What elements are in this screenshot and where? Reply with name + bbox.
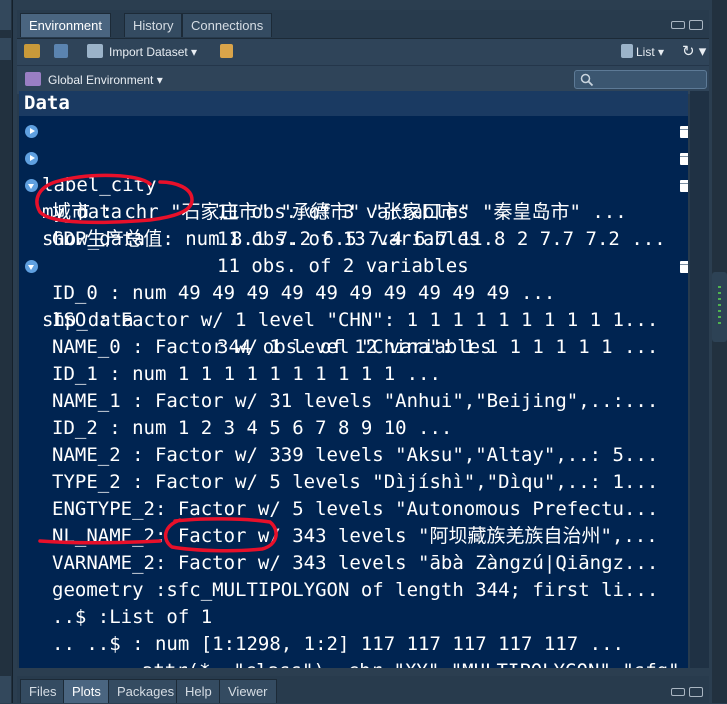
- chevron-down-icon: ▾: [658, 45, 665, 59]
- variable-row: NAME_1 : Factor w/ 31 levels "Anhui","Be…: [19, 388, 688, 415]
- environment-pane: Environment History Connections Import D…: [17, 10, 709, 668]
- variable-row: VARNAME_2: Factor w/ 343 levels "ābà Zàn…: [19, 550, 688, 577]
- tab-files[interactable]: Files: [20, 679, 66, 703]
- object-row-shp-data[interactable]: shp_data 344 obs. of 12 variables: [19, 253, 688, 358]
- variable-summary: ENGTYPE_2: Factor w/ 5 levels "Autonomou…: [52, 498, 659, 520]
- variable-summary: .. ..$ : num [1:1298, 1:2] 117 117 117 1…: [52, 633, 624, 655]
- variable-summary: 城市 : chr "石家庄市" "承德市" "张家口市" "秦皇岛市" ...: [52, 201, 627, 223]
- variable-row: ID_2 : num 1 2 3 4 5 6 7 8 9 10 ...: [19, 415, 688, 442]
- variable-summary: ..$ :List of 1: [52, 606, 213, 628]
- view-mode-dropdown[interactable]: List ▾: [636, 42, 664, 62]
- chevron-down-icon: ▾: [191, 45, 198, 59]
- minimize-pane-icon[interactable]: [671, 21, 685, 29]
- variable-summary: ISO : Factor w/ 1 level "CHN": 1 1 1 1 1…: [52, 309, 659, 331]
- maximize-pane-icon[interactable]: [689, 687, 703, 697]
- variable-summary: geometry :sfc_MULTIPOLYGON of length 344…: [52, 579, 659, 601]
- data-section-header: Data: [19, 91, 688, 116]
- variable-summary: VARNAME_2: Factor w/ 343 levels "ābà Zàn…: [52, 552, 659, 574]
- import-dataset-label: Import Dataset: [109, 45, 188, 59]
- variable-summary: NAME_0 : Factor w/ 1 level "China": 1 1 …: [52, 336, 659, 358]
- left-pane-edge: [0, 0, 13, 703]
- variable-summary: ID_1 : num 1 1 1 1 1 1 1 1 1 1 ...: [52, 363, 441, 385]
- bottom-pane-tabbar: Files Plots Packages Help Viewer: [17, 676, 709, 703]
- variable-row: GDP生产总值: num 8.1 7.2 6.5 7.4 6.7 11.8 2 …: [19, 226, 688, 253]
- variable-summary: NAME_2 : Factor w/ 339 levels "Aksu","Al…: [52, 444, 659, 466]
- tab-packages[interactable]: Packages: [108, 679, 184, 703]
- list-view-icon: [621, 44, 633, 58]
- environment-selector-bar: Global Environment ▾: [17, 65, 709, 94]
- tab-plots[interactable]: Plots: [63, 679, 110, 703]
- save-workspace-icon[interactable]: [54, 44, 68, 58]
- view-table-icon[interactable]: [680, 261, 688, 273]
- maximize-pane-icon[interactable]: [689, 20, 703, 30]
- view-table-icon[interactable]: [680, 153, 688, 165]
- refresh-icon[interactable]: ↻ ▾: [682, 42, 706, 62]
- environment-selector-label: Global Environment: [48, 73, 154, 87]
- environment-icon: [25, 72, 41, 86]
- variable-row: NAME_0 : Factor w/ 1 level "China": 1 1 …: [19, 334, 688, 361]
- environment-selector[interactable]: Global Environment ▾: [48, 70, 163, 90]
- variable-summary: NL_NAME_2: Factor w/ 343 levels "阿坝藏族羌族自…: [52, 525, 658, 547]
- tab-history[interactable]: History: [124, 13, 183, 37]
- environment-content: Data label_city 11 obs. of 3 variables m…: [19, 91, 688, 668]
- pane-splitter-handle[interactable]: [712, 272, 727, 342]
- environment-toolbar: Import Dataset ▾ List ▾ ↻ ▾: [17, 38, 709, 65]
- variable-row: TYPE_2 : Factor w/ 5 levels "Dìjíshì","D…: [19, 469, 688, 496]
- object-row-label-city[interactable]: label_city 11 obs. of 3 variables: [19, 118, 688, 223]
- variable-row: NAME_2 : Factor w/ 339 levels "Aksu","Al…: [19, 442, 688, 469]
- collapse-icon[interactable]: [25, 179, 38, 192]
- variable-summary: ID_2 : num 1 2 3 4 5 6 7 8 9 10 ...: [52, 417, 453, 439]
- variable-summary: NAME_1 : Factor w/ 31 levels "Anhui","Be…: [52, 390, 659, 412]
- search-input[interactable]: [574, 70, 707, 89]
- view-table-icon[interactable]: [680, 180, 688, 192]
- variable-row: 城市 : chr "石家庄市" "承德市" "张家口市" "秦皇岛市" ...: [19, 199, 688, 226]
- variable-row: ID_0 : num 49 49 49 49 49 49 49 49 49 49…: [19, 280, 688, 307]
- chevron-down-icon: ▾: [156, 73, 163, 87]
- import-dataset-button[interactable]: Import Dataset ▾: [109, 42, 197, 62]
- vertical-scrollbar[interactable]: [690, 91, 709, 668]
- search-icon: [580, 73, 594, 87]
- variable-row: - attr(*, "class")= chr "XY" "MULTIPOLYG…: [19, 658, 688, 668]
- minimize-pane-icon[interactable]: [671, 688, 685, 696]
- variable-row: ISO : Factor w/ 1 level "CHN": 1 1 1 1 1…: [19, 307, 688, 334]
- view-table-icon[interactable]: [680, 126, 688, 138]
- object-row-show-data[interactable]: show_data 11 obs. of 2 variables: [19, 172, 688, 277]
- view-mode-label: List: [636, 45, 655, 59]
- object-row-my-data[interactable]: my_data 11 obs. of 13 variables: [19, 145, 688, 250]
- variable-row: ENGTYPE_2: Factor w/ 5 levels "Autonomou…: [19, 496, 688, 523]
- variable-row: ..$ :List of 1: [19, 604, 688, 631]
- right-pane-edge: [712, 0, 727, 703]
- collapse-icon[interactable]: [25, 260, 38, 273]
- import-dataset-icon: [87, 44, 103, 58]
- variable-row: NL_NAME_2: Factor w/ 343 levels "阿坝藏族羌族自…: [19, 523, 688, 550]
- variable-row: .. ..$ : num [1:1298, 1:2] 117 117 117 1…: [19, 631, 688, 658]
- tab-connections[interactable]: Connections: [182, 13, 273, 37]
- tab-environment[interactable]: Environment: [20, 13, 111, 37]
- expand-icon[interactable]: [25, 125, 38, 138]
- tab-help[interactable]: Help: [176, 679, 221, 703]
- broom-icon[interactable]: [220, 44, 233, 58]
- variable-summary: TYPE_2 : Factor w/ 5 levels "Dìjíshì","D…: [52, 471, 659, 493]
- variable-row: geometry :sfc_MULTIPOLYGON of length 344…: [19, 577, 688, 604]
- variable-summary: ID_0 : num 49 49 49 49 49 49 49 49 49 49…: [52, 282, 556, 304]
- tab-viewer[interactable]: Viewer: [219, 679, 277, 703]
- load-workspace-icon[interactable]: [24, 44, 40, 58]
- variable-summary: GDP生产总值: num 8.1 7.2 6.5 7.4 6.7 11.8 2 …: [52, 228, 666, 250]
- variable-summary: - attr(*, "class")= chr "XY" "MULTIPOLYG…: [119, 658, 680, 668]
- pane-tabbar: Environment History Connections: [17, 10, 709, 38]
- expand-icon[interactable]: [25, 152, 38, 165]
- variable-row: ID_1 : num 1 1 1 1 1 1 1 1 1 1 ...: [19, 361, 688, 388]
